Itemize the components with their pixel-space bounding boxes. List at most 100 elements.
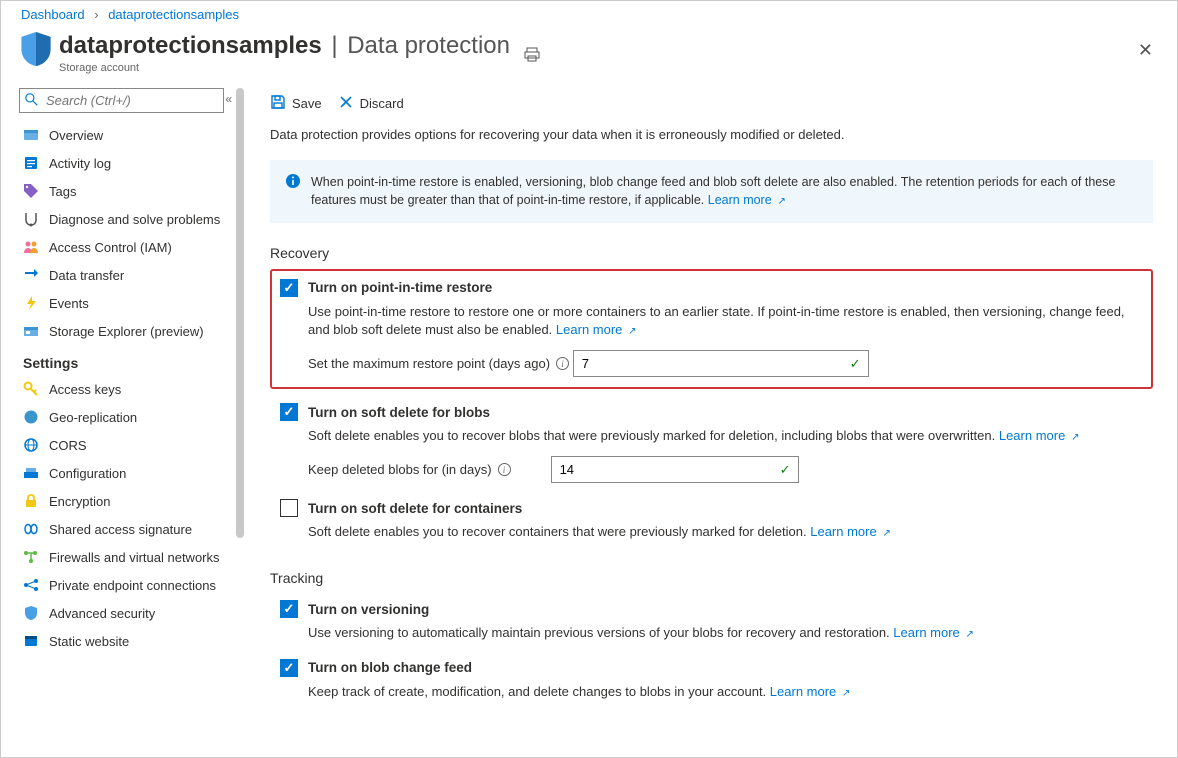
soft-blobs-field-label: Keep deleted blobs for (in days) [308,462,492,477]
sidebar-heading-settings: Settings [19,345,246,375]
sidebar-item-label: Static website [49,634,129,649]
page-header: dataprotectionsamples | Data protection … [1,24,1177,84]
learn-more-pitr[interactable]: Learn more ↗ [556,322,637,337]
security-icon [23,605,39,621]
resource-type-label: Storage account [59,62,510,74]
sidebar-item-label: CORS [49,438,87,453]
intro-text: Data protection provides options for rec… [270,127,1153,142]
discard-icon [338,94,354,113]
diagnose-icon [23,211,39,227]
cors-icon [23,437,39,453]
sidebar-item-label: Advanced security [49,606,155,621]
main-content: Save Discard Data protection provides op… [246,84,1177,750]
lock-icon [23,493,39,509]
collapse-sidebar-icon[interactable]: « [225,92,232,106]
sidebar-item-access-keys[interactable]: Access keys [19,375,246,403]
shield-icon [21,32,51,69]
breadcrumb-dashboard[interactable]: Dashboard [21,7,85,22]
sidebar-item-label: Tags [49,184,76,199]
external-link-icon: ↗ [839,688,850,699]
sidebar-item-label: Data transfer [49,268,124,283]
sidebar-item-iam[interactable]: Access Control (IAM) [19,233,246,261]
sidebar-item-encryption[interactable]: Encryption [19,487,246,515]
sidebar-item-cors[interactable]: CORS [19,431,246,459]
sidebar-item-overview[interactable]: Overview [19,121,246,149]
overview-icon [23,127,39,143]
iam-icon [23,239,39,255]
sidebar-item-label: Overview [49,128,103,143]
option-label-change-feed: Turn on blob change feed [308,660,472,675]
sas-icon [23,521,39,537]
sidebar-item-diagnose[interactable]: Diagnose and solve problems [19,205,246,233]
activity-log-icon [23,155,39,171]
pitr-days-input[interactable] [573,350,869,377]
learn-more-soft-containers[interactable]: Learn more ↗ [810,524,891,539]
page-title-resource: dataprotectionsamples [59,32,322,59]
sidebar-item-events[interactable]: Events [19,289,246,317]
sidebar-item-tags[interactable]: Tags [19,177,246,205]
banner-learn-more-link[interactable]: Learn more ↗ [708,193,786,207]
checkmark-icon: ✓ [850,356,861,372]
sidebar-item-private-endpoint[interactable]: Private endpoint connections [19,571,246,599]
sidebar-item-label: Configuration [49,466,126,481]
option-desc-pitr: Use point-in-time restore to restore one… [308,304,1125,338]
sidebar-item-label: Shared access signature [49,522,192,537]
sidebar-item-static-website[interactable]: Static website [19,627,246,655]
info-tooltip-icon[interactable]: i [556,357,569,370]
sidebar-item-firewalls[interactable]: Firewalls and virtual networks [19,543,246,571]
tracking-heading: Tracking [270,570,1153,586]
recovery-heading: Recovery [270,245,1153,261]
events-icon [23,295,39,311]
sidebar-scrollbar[interactable] [236,84,244,750]
storage-explorer-icon [23,323,39,339]
breadcrumb-resource[interactable]: dataprotectionsamples [108,7,239,22]
sidebar-item-label: Private endpoint connections [49,578,216,593]
sidebar-item-configuration[interactable]: Configuration [19,459,246,487]
external-link-icon: ↗ [1068,432,1079,443]
sidebar-item-label: Firewalls and virtual networks [49,550,220,565]
learn-more-soft-blobs[interactable]: Learn more ↗ [999,428,1080,443]
chevron-right-icon: › [94,7,98,22]
external-link-icon: ↗ [963,629,974,640]
search-input[interactable] [19,88,224,113]
option-pitr: Turn on point-in-time restore Use point-… [280,277,1143,378]
checkbox-soft-delete-containers[interactable] [280,499,298,517]
sidebar-item-label: Access keys [49,382,121,397]
external-link-icon: ↗ [625,326,636,337]
search-icon [25,93,38,109]
sidebar-item-storage-explorer[interactable]: Storage Explorer (preview) [19,317,246,345]
sidebar-item-label: Diagnose and solve problems [49,212,220,227]
sidebar-item-advanced-security[interactable]: Advanced security [19,599,246,627]
checkbox-versioning[interactable] [280,600,298,618]
learn-more-versioning[interactable]: Learn more ↗ [893,625,974,640]
option-soft-delete-blobs: Turn on soft delete for blobs Soft delet… [270,397,1153,493]
sidebar-item-label: Activity log [49,156,111,171]
option-label-soft-containers: Turn on soft delete for containers [308,501,522,516]
sidebar-item-data-transfer[interactable]: Data transfer [19,261,246,289]
page-title-section: Data protection [347,32,510,59]
print-icon[interactable] [524,47,540,66]
sidebar-item-label: Events [49,296,89,311]
option-desc-soft-blobs: Soft delete enables you to recover blobs… [308,428,995,443]
checkbox-change-feed[interactable] [280,659,298,677]
checkmark-icon: ✓ [780,462,791,478]
external-link-icon: ↗ [775,196,786,207]
option-desc-versioning: Use versioning to automatically maintain… [308,625,890,640]
info-tooltip-icon[interactable]: i [498,463,511,476]
learn-more-change-feed[interactable]: Learn more ↗ [770,684,851,699]
save-button[interactable]: Save [270,94,322,113]
sidebar-item-activity-log[interactable]: Activity log [19,149,246,177]
external-link-icon: ↗ [880,528,891,539]
discard-button[interactable]: Discard [338,94,404,113]
sidebar-item-label: Access Control (IAM) [49,240,172,255]
checkbox-soft-delete-blobs[interactable] [280,403,298,421]
sidebar-item-geo-replication[interactable]: Geo-replication [19,403,246,431]
endpoint-icon [23,577,39,593]
checkbox-pitr[interactable] [280,279,298,297]
pitr-field-label: Set the maximum restore point (days ago) [308,356,550,371]
sidebar-item-sas[interactable]: Shared access signature [19,515,246,543]
soft-blobs-days-input[interactable] [551,456,799,483]
close-icon[interactable]: ✕ [1134,36,1157,65]
save-icon [270,94,286,113]
option-soft-delete-containers: Turn on soft delete for containers Soft … [270,493,1153,552]
